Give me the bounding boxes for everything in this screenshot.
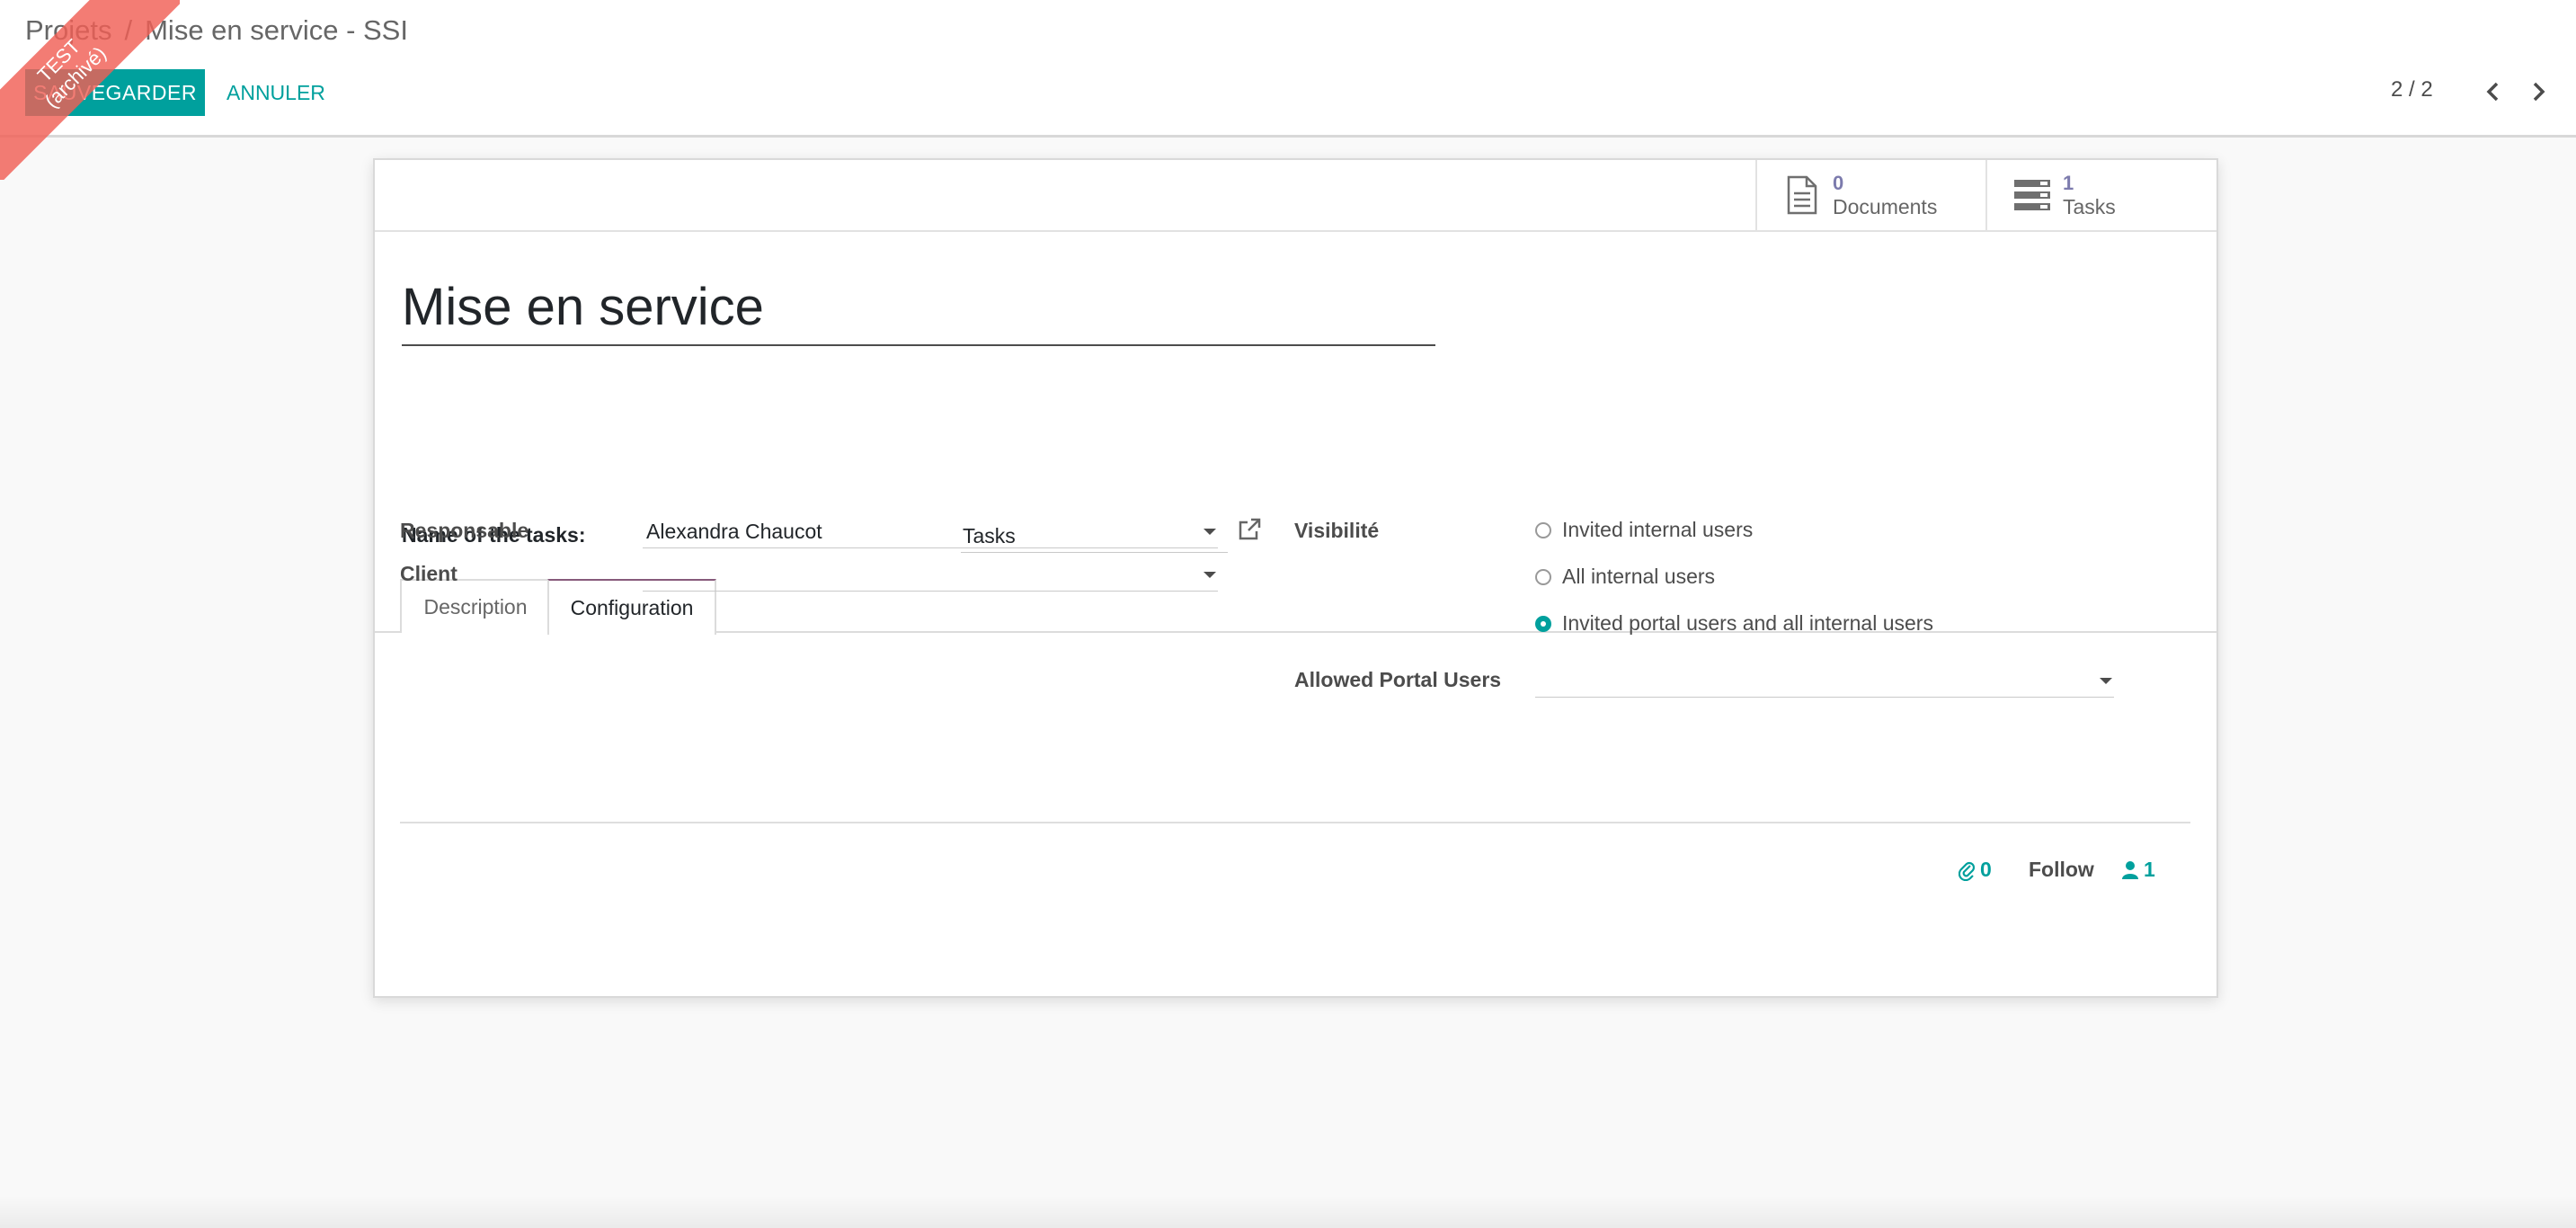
form-sheet: 0 Documents 1 Tasks Mise en service Name…	[373, 158, 2218, 998]
tasks-label: Tasks	[2063, 195, 2116, 218]
responsable-value: Alexandra Chaucot	[646, 519, 822, 543]
visibility-label: Visibilité	[1294, 519, 1380, 542]
user-icon	[2122, 860, 2138, 879]
followers-button[interactable]: 1	[2122, 858, 2155, 882]
breadcrumb-parent-link[interactable]: Projets	[25, 14, 111, 47]
breadcrumb-current: Mise en service - SSI	[145, 14, 408, 46]
responsable-field[interactable]: Alexandra Chaucot	[643, 515, 1218, 548]
documents-label: Documents	[1833, 195, 1938, 218]
tab-description[interactable]: Description	[400, 579, 551, 633]
responsable-label: Responsable	[400, 519, 529, 542]
radio-button[interactable]	[1535, 521, 1551, 538]
chevron-down-icon[interactable]	[1204, 572, 1216, 578]
radio-button[interactable]	[1535, 568, 1551, 585]
project-name-field[interactable]: Mise en service	[402, 277, 1435, 346]
allowed-portal-users-label: Allowed Portal Users	[1294, 668, 1502, 691]
visibility-option-label: Invited portal users and all internal us…	[1562, 611, 1933, 635]
paperclip-icon	[1959, 861, 1975, 881]
tasks-icon	[2012, 175, 2052, 215]
breadcrumb: Projets / Mise en service - SSI	[25, 14, 408, 47]
documents-stat-button[interactable]: 0 Documents	[1755, 160, 1987, 230]
visibility-option-invited-internal[interactable]: Invited internal users	[1535, 518, 1753, 542]
visibility-option-label: All internal users	[1562, 565, 1716, 588]
attachments-button[interactable]: 0	[1959, 858, 1992, 882]
chatter-separator	[400, 822, 2190, 823]
chevron-right-icon	[2533, 82, 2545, 102]
allowed-portal-users-field[interactable]	[1535, 664, 2114, 698]
follow-button[interactable]: Follow	[2029, 858, 2094, 882]
document-icon	[1782, 175, 1822, 215]
visibility-option-label: Invited internal users	[1562, 518, 1754, 541]
chevron-down-icon[interactable]	[1204, 529, 1216, 535]
page-bottom-shadow	[0, 1196, 2576, 1228]
client-field[interactable]	[643, 558, 1218, 592]
tasks-count: 1	[2063, 172, 2074, 194]
stat-button-box: 0 Documents 1 Tasks	[375, 160, 2216, 232]
breadcrumb-separator: /	[124, 14, 133, 46]
external-link-icon[interactable]	[1237, 517, 1262, 542]
visibility-option-all-internal[interactable]: All internal users	[1535, 565, 1715, 589]
radio-button-checked[interactable]	[1535, 615, 1551, 632]
cancel-button[interactable]: ANNULER	[216, 69, 336, 116]
save-button[interactable]: SAUVEGARDER	[25, 69, 205, 116]
client-label: Client	[400, 562, 457, 585]
chevron-down-icon[interactable]	[2100, 678, 2112, 684]
chevron-left-icon	[2486, 82, 2499, 102]
pager-next-button[interactable]	[2522, 76, 2554, 108]
visibility-option-portal-and-internal[interactable]: Invited portal users and all internal us…	[1535, 611, 1933, 636]
pager-previous-button[interactable]	[2477, 76, 2509, 108]
documents-count: 0	[1833, 172, 1844, 194]
pager-value: 2 / 2	[2391, 77, 2433, 102]
followers-count: 1	[2144, 858, 2155, 881]
control-panel: Projets / Mise en service - SSI SAUVEGAR…	[0, 0, 2576, 138]
attachments-count: 0	[1980, 858, 1992, 881]
tasks-stat-button[interactable]: 1 Tasks	[1985, 160, 2217, 230]
